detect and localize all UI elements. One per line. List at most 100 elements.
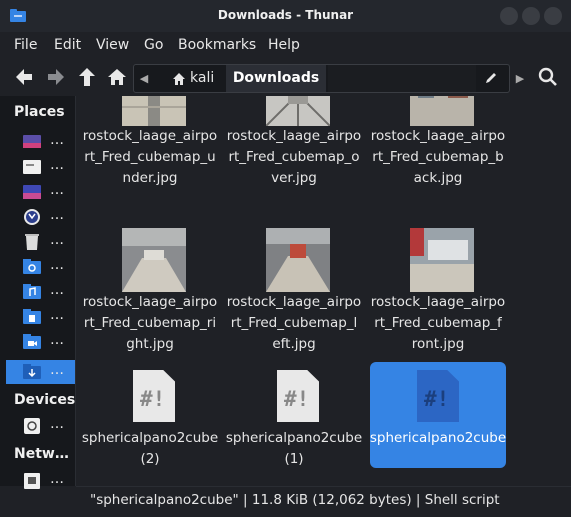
file-name-line1: sphericalpano2cube [81, 430, 219, 446]
menu-edit[interactable]: Edit [54, 37, 81, 53]
network-icon [24, 473, 40, 489]
sidebar-item-label: … [50, 471, 64, 487]
file-name-line2: rt_Fred_cubemap_o [228, 149, 360, 165]
script-mark: #! [140, 387, 166, 411]
home-small-icon [173, 73, 185, 85]
app-icon [24, 209, 40, 225]
file-name-line2: rt_Fred_cubemap_b [372, 149, 504, 165]
sidebar-item-label: … [50, 132, 64, 148]
trash-icon [25, 234, 39, 250]
image-thumbnail [122, 228, 186, 292]
drive-icon [23, 160, 41, 174]
file-name-line2: rt_Fred_cubemap_ri [83, 315, 217, 331]
sidebar-item-network[interactable]: … [6, 469, 75, 493]
file-item[interactable]: rostock_laage_airpo rt_Fred_cubemap_l ef… [224, 228, 364, 358]
menu-view[interactable]: View [96, 37, 129, 53]
menu-go[interactable]: Go [144, 37, 163, 53]
sidebar-item-label: … [50, 232, 64, 248]
up-arrow-icon[interactable] [76, 66, 98, 88]
file-name-line2: rt_Fred_cubemap_l [230, 315, 358, 331]
file-item[interactable]: rostock_laage_airpo rt_Fred_cubemap_ri g… [80, 228, 220, 358]
breadcrumb-downloads[interactable]: Downloads [226, 65, 326, 92]
path-scroll-left-icon[interactable]: ◀ [134, 65, 154, 92]
back-arrow-icon[interactable] [13, 66, 35, 88]
file-name-line3: ver.jpg [271, 170, 317, 186]
sidebar-item-desktop[interactable]: … [6, 130, 75, 154]
file-item[interactable]: #! sphericalpano2cube (2) [80, 366, 220, 476]
file-name-line1: rostock_laage_airpo [82, 128, 218, 144]
image-thumbnail [410, 96, 474, 126]
path-scroll-right-icon[interactable]: ▶ [510, 65, 530, 92]
sidebar-item-downloads[interactable]: … [6, 360, 75, 384]
sidebar-item-app[interactable]: … [6, 205, 75, 229]
menu-file[interactable]: File [14, 37, 37, 53]
file-name-line2: rt_Fred_cubemap_f [374, 315, 502, 331]
file-name-line1: rostock_laage_airpo [370, 128, 506, 144]
breadcrumb-home[interactable]: kali [156, 65, 216, 92]
folder-video-icon [23, 334, 41, 349]
close-button[interactable] [544, 7, 562, 25]
image-thumbnail [410, 228, 474, 292]
script-mark: #! [284, 387, 310, 411]
folder-download-icon [23, 364, 41, 379]
file-name-line1: rostock_laage_airpo [82, 294, 218, 310]
sidebar-item-label: … [50, 416, 64, 432]
image-thumbnail [266, 228, 330, 292]
sidebar-item-disk[interactable]: … [6, 414, 75, 438]
file-item[interactable]: rostock_laage_airpo rt_Fred_cubemap_o ve… [224, 96, 364, 192]
file-name-line1: rostock_laage_airpo [226, 128, 362, 144]
sidebar-item-label: … [50, 362, 64, 378]
file-name-line1: rostock_laage_airpo [226, 294, 362, 310]
file-name-line3: ght.jpg [126, 336, 174, 352]
sidebar-item-label: … [50, 332, 64, 348]
file-name-line3: eft.jpg [272, 336, 316, 352]
file-item-selected[interactable]: #! sphericalpano2cube [370, 362, 510, 468]
devices-heading: Devices [14, 392, 76, 408]
file-name-line1: rostock_laage_airpo [370, 294, 506, 310]
sidebar-item-label: … [50, 307, 64, 323]
file-item[interactable]: rostock_laage_airpo rt_Fred_cubemap_u nd… [80, 96, 220, 192]
home-icon[interactable] [106, 66, 128, 88]
folder-docs-icon [23, 309, 41, 324]
sidebar-item-folder[interactable]: … [6, 180, 75, 204]
maximize-button[interactable] [522, 7, 540, 25]
forward-arrow-icon[interactable] [45, 66, 67, 88]
status-bar: "sphericalpano2cube" | 11.8 KiB (12,062 … [76, 486, 571, 517]
sidebar-item-filesystem[interactable]: … [6, 155, 75, 179]
network-heading: Netw… [14, 446, 69, 462]
sidebar-item-documents[interactable]: … [6, 305, 75, 329]
file-item[interactable]: rostock_laage_airpo rt_Fred_cubemap_b ac… [368, 96, 508, 192]
edit-pencil-icon[interactable] [484, 71, 498, 85]
disk-icon [24, 418, 40, 434]
file-name-line2: (1) [284, 451, 304, 467]
file-item[interactable]: rostock_laage_airpo rt_Fred_cubemap_f ro… [368, 228, 508, 358]
file-name-line2: (2) [140, 451, 160, 467]
sidebar-item-videos[interactable]: … [6, 330, 75, 354]
script-file-icon: #! [417, 370, 459, 422]
sidebar-item-public[interactable]: … [6, 255, 75, 279]
folder-icon [23, 185, 41, 199]
sidebar-item-trash[interactable]: … [6, 230, 75, 254]
title-bar: Downloads - Thunar [0, 0, 571, 32]
file-name-line1: sphericalpano2cube [369, 430, 507, 446]
file-name-line2: rt_Fred_cubemap_u [84, 149, 216, 165]
sidebar-item-label: … [50, 182, 64, 198]
status-text: "sphericalpano2cube" | 11.8 KiB (12,062 … [90, 492, 500, 508]
menu-help[interactable]: Help [268, 37, 300, 53]
file-item[interactable]: #! sphericalpano2cube (1) [224, 366, 364, 476]
sidebar-item-music[interactable]: … [6, 280, 75, 304]
file-name-line1: sphericalpano2cube [225, 430, 363, 446]
sidebar-item-label: … [50, 282, 64, 298]
sidebar: Places … … … … … … … … … … Devices … Net… [0, 96, 76, 489]
image-thumbnail [122, 96, 186, 126]
path-entry[interactable] [328, 65, 476, 92]
search-icon[interactable] [537, 66, 559, 88]
menu-bookmarks[interactable]: Bookmarks [178, 37, 256, 53]
folder-link-icon [23, 259, 41, 274]
minimize-button[interactable] [500, 7, 518, 25]
file-name-line3: ront.jpg [411, 336, 465, 352]
sidebar-item-label: … [50, 207, 64, 223]
window-title: Downloads - Thunar [217, 8, 354, 22]
menu-bar: File Edit View Go Bookmarks Help [0, 32, 571, 58]
script-mark: #! [424, 387, 450, 411]
